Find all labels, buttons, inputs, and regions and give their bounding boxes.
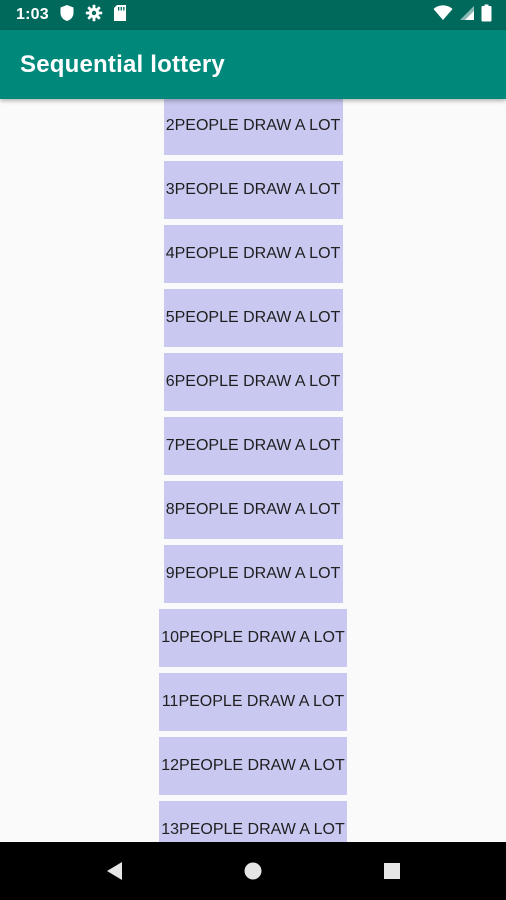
draw-11-people-button[interactable]: 11PEOPLE DRAW A LOT [159,673,347,731]
home-icon[interactable] [223,842,283,900]
draw-8-people-button[interactable]: 8PEOPLE DRAW A LOT [163,481,343,539]
draw-3-people-button[interactable]: 3PEOPLE DRAW A LOT [163,161,343,219]
gear-icon [85,4,103,26]
draw-6-people-button[interactable]: 6PEOPLE DRAW A LOT [163,353,343,411]
signal-icon [459,5,475,25]
draw-10-people-button[interactable]: 10PEOPLE DRAW A LOT [159,609,347,667]
page-title: Sequential lottery [20,51,225,78]
draw-5-people-button[interactable]: 5PEOPLE DRAW A LOT [163,289,343,347]
draw-9-people-button[interactable]: 9PEOPLE DRAW A LOT [163,545,343,603]
draw-2-people-button[interactable]: 2PEOPLE DRAW A LOT [163,99,343,155]
battery-icon [481,4,492,26]
recents-icon[interactable] [362,842,422,900]
status-right [433,0,492,30]
draw-12-people-button[interactable]: 12PEOPLE DRAW A LOT [159,737,347,795]
wifi-icon [433,5,453,25]
status-bar: 1:03 [0,0,506,30]
draw-4-people-button[interactable]: 4PEOPLE DRAW A LOT [163,225,343,283]
lot-list: 2PEOPLE DRAW A LOT 3PEOPLE DRAW A LOT 4P… [0,99,506,842]
app-bar: Sequential lottery [0,30,506,99]
draw-13-people-button[interactable]: 13PEOPLE DRAW A LOT [159,801,347,842]
status-left: 1:03 [16,0,127,30]
sd-card-icon [113,4,127,26]
back-icon[interactable] [84,842,144,900]
lot-list-scroll[interactable]: 2PEOPLE DRAW A LOT 3PEOPLE DRAW A LOT 4P… [0,99,506,842]
shield-icon [59,4,75,26]
draw-7-people-button[interactable]: 7PEOPLE DRAW A LOT [163,417,343,475]
status-time: 1:03 [16,6,49,23]
navigation-bar [0,842,506,900]
